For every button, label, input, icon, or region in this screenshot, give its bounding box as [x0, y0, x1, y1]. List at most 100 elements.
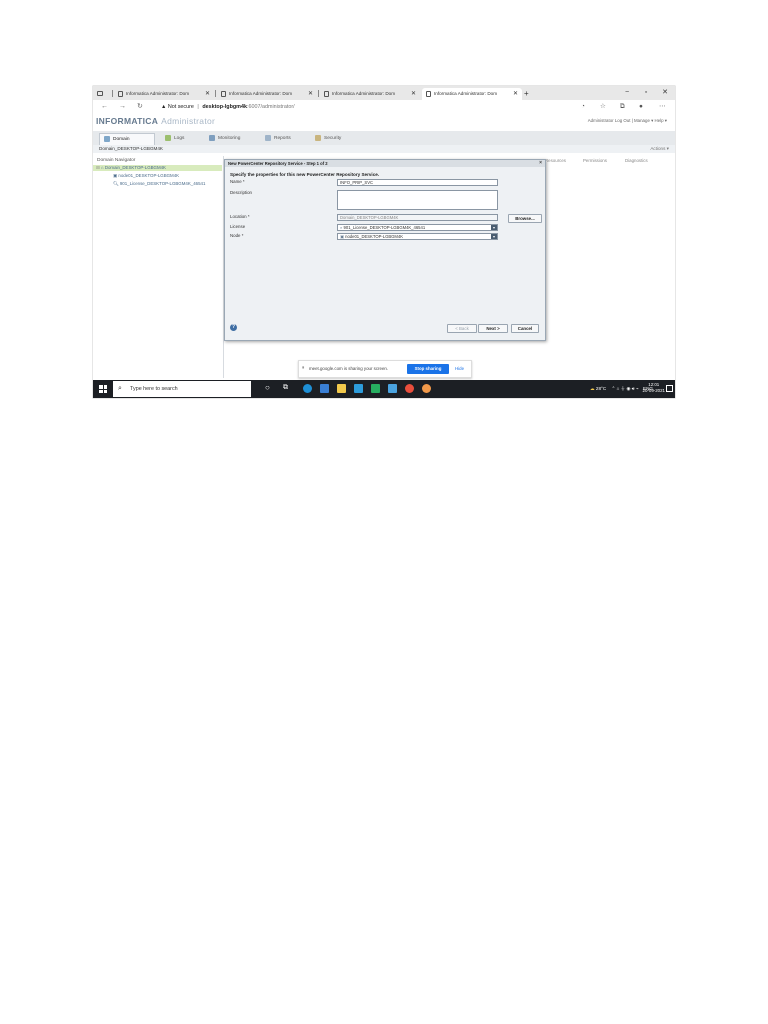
maximize-button[interactable]: ▫	[638, 86, 654, 100]
tab-monitoring[interactable]: Monitoring	[205, 133, 244, 144]
next-button[interactable]: Next >	[478, 324, 508, 333]
page-icon	[426, 90, 431, 97]
profile-icon[interactable]: ●	[639, 100, 643, 114]
firefox-icon[interactable]	[422, 384, 431, 393]
description-textarea[interactable]	[337, 190, 498, 210]
close-icon[interactable]: ✕	[205, 88, 210, 100]
location-label: Location *	[230, 214, 250, 219]
windows-taskbar: ⌕ Type here to search ○ ⧉ ☁ 28°C ⌃ ⌂ ⏚ ◉…	[93, 380, 675, 398]
browser-tab-active[interactable]: Informatica Administrator: Dom ✕	[422, 88, 522, 100]
read-aloud-icon[interactable]: ◔	[581, 100, 585, 114]
app-icon[interactable]	[320, 384, 329, 393]
tab-security[interactable]: Security	[311, 133, 345, 144]
cortana-icon[interactable]: ○	[265, 383, 270, 392]
tab-logs[interactable]: Logs	[161, 133, 188, 144]
mail-icon[interactable]	[354, 384, 363, 393]
close-icon[interactable]: ✕	[308, 88, 313, 100]
name-input[interactable]: INFO_PRIP_SVC	[337, 179, 498, 186]
tray-icons[interactable]: ⌃ ⌂ ⏚ ◉ 🔊︎ ⌁	[611, 386, 638, 391]
browser-tab[interactable]: Informatica Administrator: Dom ✕	[114, 88, 214, 100]
excel-icon[interactable]	[371, 384, 380, 393]
share-pause-icon: ⏸	[302, 365, 305, 371]
page-icon	[221, 90, 226, 97]
actions-menu[interactable]: Actions ▾	[650, 145, 669, 153]
reports-icon	[265, 134, 271, 141]
tab-diagnostics[interactable]: Diagnostics	[625, 158, 648, 163]
navigator-title: Domain Navigator	[97, 158, 136, 163]
page-icon	[118, 90, 123, 97]
license-label: License	[230, 224, 246, 229]
help-icon[interactable]: ?	[230, 324, 237, 331]
license-icon: ⌕	[340, 225, 343, 230]
close-window-button[interactable]: ✕	[657, 86, 673, 100]
name-label: Name *	[230, 179, 245, 184]
license-icon: 🔍︎	[113, 181, 119, 186]
favorite-star-icon[interactable]: ☆	[600, 100, 606, 114]
dialog-heading: Specify the properties for this new Powe…	[230, 172, 380, 177]
chevron-down-icon	[491, 225, 497, 230]
warning-icon: ▲	[161, 104, 167, 110]
windows-start-icon[interactable]	[99, 385, 107, 393]
close-icon[interactable]: ✕	[411, 88, 416, 100]
new-tab-button[interactable]: +	[524, 88, 534, 100]
browse-button[interactable]: Browse...	[508, 214, 542, 223]
screen-share-bar: ⏸ meet.google.com is sharing your screen…	[298, 360, 472, 378]
node-icon: ▣	[113, 173, 118, 178]
description-label: Description	[230, 190, 252, 195]
forward-arrow-icon[interactable]: →	[119, 100, 126, 114]
informatica-logo: INFORMATICA Administrator	[96, 116, 216, 126]
back-button[interactable]: < Back	[447, 324, 477, 333]
hide-button[interactable]: Hide	[455, 366, 464, 371]
app-header: INFORMATICA Administrator Administrator L…	[93, 114, 675, 128]
page-icon	[324, 90, 329, 97]
new-repository-service-dialog: New PowerCenter Repository Service - Ste…	[224, 159, 546, 341]
location-field: Domain_DESKTOP-LGBGM4K	[337, 214, 498, 221]
domain-navigator: Domain Navigator ⊟ ⌂ Domain_DESKTOP-LGBG…	[93, 156, 224, 378]
file-explorer-icon[interactable]	[337, 384, 346, 393]
search-icon: ⌕	[118, 385, 122, 392]
close-icon[interactable]: ✕	[513, 88, 518, 100]
node-label: Node *	[230, 233, 244, 238]
taskbar-search-box[interactable]: ⌕ Type here to search	[113, 381, 251, 397]
minimize-button[interactable]: −	[619, 86, 635, 100]
tab-resources[interactable]: Resources	[545, 158, 566, 163]
domain-icon	[104, 135, 110, 142]
main-tabs: Domain Logs Monitoring Reports Security	[93, 131, 675, 146]
navigator-item-license[interactable]: 🔍︎ 901_License_DESKTOP-LGBGM4K_46541	[113, 181, 205, 187]
tab-actions-icon[interactable]	[93, 88, 111, 100]
domain-bar: Domain_DESKTOP-LGBGM4K Actions ▾	[93, 145, 675, 153]
browser-tab-strip: Informatica Administrator: Dom ✕ Informa…	[93, 86, 675, 100]
domain-icon: ⌂	[100, 165, 104, 170]
url-field[interactable]: ▲ Not secure | desktop-lgbgm4k:6007/admi…	[161, 100, 295, 114]
collections-icon[interactable]: ⧉	[620, 100, 625, 114]
chevron-down-icon	[491, 234, 497, 239]
dialog-title-bar: New PowerCenter Repository Service - Ste…	[225, 160, 545, 167]
app-icon[interactable]	[388, 384, 397, 393]
weather-icon: ☁	[590, 386, 595, 391]
stop-sharing-button[interactable]: Stop sharing	[407, 364, 449, 374]
notification-icon[interactable]	[666, 385, 673, 392]
navigator-item-node[interactable]: ▣ node01_DESKTOP-LGBGM4K	[113, 173, 179, 179]
browser-tab[interactable]: Informatica Administrator: Dom ✕	[320, 88, 420, 100]
logs-icon	[165, 134, 171, 141]
screenshot-frame: Informatica Administrator: Dom ✕ Informa…	[93, 86, 675, 398]
navigator-item-domain[interactable]: ⊟ ⌂ Domain_DESKTOP-LGBGM4K	[93, 165, 222, 171]
user-menu[interactable]: Administrator Log Out | Manage ▾ Help ▾	[588, 118, 667, 124]
back-arrow-icon[interactable]: ←	[101, 100, 108, 114]
tab-domain[interactable]: Domain	[99, 133, 155, 145]
chrome-icon[interactable]	[405, 384, 414, 393]
tab-reports[interactable]: Reports	[261, 133, 295, 144]
node-select[interactable]: ▣ node01_DESKTOP-LGBGM4K	[337, 233, 498, 240]
taskbar-clock[interactable]: 12:01 20-09-2021	[643, 382, 665, 394]
refresh-icon[interactable]: ↻	[137, 100, 143, 114]
close-icon[interactable]: ×	[539, 160, 542, 167]
browser-tab[interactable]: Informatica Administrator: Dom ✕	[217, 88, 317, 100]
tab-permissions[interactable]: Permissions	[583, 158, 607, 163]
license-select[interactable]: ⌕ 901_License_DESKTOP-LGBGM4K_46541	[337, 224, 498, 231]
node-icon: ▣	[340, 234, 344, 239]
edge-icon[interactable]	[303, 384, 312, 393]
monitoring-icon	[209, 134, 215, 141]
more-icon[interactable]: ⋯	[659, 100, 666, 114]
task-view-icon[interactable]: ⧉	[283, 384, 288, 392]
cancel-button[interactable]: Cancel	[511, 324, 539, 333]
